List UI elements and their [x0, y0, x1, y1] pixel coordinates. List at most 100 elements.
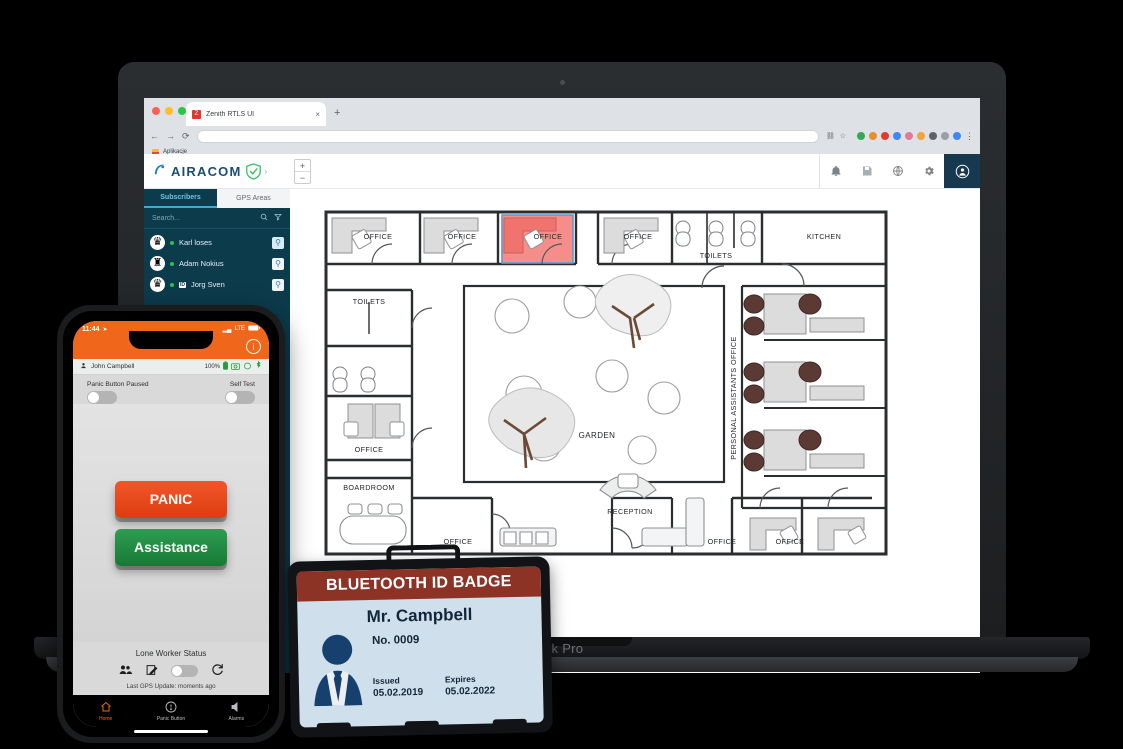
phone-tab-home[interactable]: Home	[73, 701, 138, 722]
browser-nav-bar: ← → ⟳ ⛓ ☆ ⋮	[144, 126, 980, 146]
browser-tab[interactable]: Z Zenith RTLS UI ×	[186, 102, 326, 126]
zoom-in-button[interactable]: +	[295, 160, 310, 171]
phone-time: 11:44	[82, 325, 100, 333]
edit-note-icon[interactable]	[146, 664, 158, 679]
avatar: ♛	[150, 277, 165, 292]
assistance-button[interactable]: Assistance	[115, 528, 227, 566]
address-bar-icons[interactable]: ⛓ ☆	[826, 132, 846, 140]
bluetooth-icon[interactable]	[255, 360, 262, 372]
locate-icon[interactable]: ⚲	[272, 236, 284, 249]
badge-body: No. 0009 Issued 05.02.2019 Expires 05.02…	[298, 623, 544, 711]
close-window-icon[interactable]	[152, 107, 160, 115]
tab-gps-areas[interactable]: GPS Areas	[217, 188, 290, 208]
shield-check-icon	[245, 162, 261, 180]
lone-worker-icons	[73, 663, 269, 679]
locate-icon[interactable]: ⚲	[272, 257, 284, 270]
avatar: ♜	[150, 256, 165, 271]
settings-icon[interactable]	[913, 154, 944, 188]
bookmark-star-icon[interactable]: ☆	[840, 132, 846, 140]
user-avatar-icon[interactable]	[944, 154, 980, 188]
minimize-window-icon[interactable]	[165, 107, 173, 115]
phone-tab-label: Panic Button	[156, 715, 186, 722]
room-label-vertical: PERSONAL ASSISTANTS OFFICE	[729, 336, 738, 459]
list-item[interactable]: ♛ ID Jorg Sven ⚲	[144, 274, 290, 295]
info-icon[interactable]: i	[246, 339, 261, 354]
lone-worker-section: Lone Worker Status	[73, 642, 269, 683]
room-label: KITCHEN	[807, 232, 841, 241]
window-controls[interactable]	[152, 107, 186, 115]
self-test-toggle[interactable]	[225, 391, 255, 404]
room-label: OFFICE	[708, 537, 737, 546]
extension-icon[interactable]	[917, 132, 925, 140]
back-icon[interactable]: ←	[150, 131, 159, 141]
sidebar-search[interactable]: Search...	[144, 208, 290, 229]
group-icon[interactable]	[119, 664, 133, 678]
network-label: LTE	[234, 326, 245, 332]
room-label: TOILETS	[353, 297, 386, 306]
refresh-icon[interactable]	[211, 663, 224, 679]
panic-paused-label: Panic Button Paused	[87, 381, 149, 388]
extension-icon[interactable]	[869, 132, 877, 140]
new-tab-button[interactable]: +	[334, 107, 340, 119]
phone-user-name: John Campbell	[91, 363, 135, 370]
status-dot-icon	[170, 282, 174, 287]
phone-tab-panic[interactable]: Panic Button	[138, 701, 203, 722]
extension-icon[interactable]	[881, 132, 889, 140]
id-badge-tag: ID	[179, 281, 186, 288]
panic-paused-toggle[interactable]	[87, 391, 117, 404]
badge-tab	[316, 722, 351, 735]
extension-icon[interactable]	[857, 132, 865, 140]
extension-icon[interactable]	[905, 132, 913, 140]
phone-tab-label: Home	[98, 715, 113, 722]
room-label: OFFICE	[776, 537, 805, 546]
room-label: OFFICE	[534, 232, 563, 241]
floorplan-svg: OFFICE OFFICE OFFICE OFFICE TOILETS KITC…	[324, 210, 888, 556]
subscriber-name: Karl loses	[179, 238, 212, 247]
maximize-window-icon[interactable]	[178, 107, 186, 115]
link-icon[interactable]: ⛓	[826, 132, 835, 140]
extension-icon[interactable]	[941, 132, 949, 140]
search-icon[interactable]	[260, 213, 268, 223]
lone-worker-toggle[interactable]	[170, 665, 198, 677]
forward-icon[interactable]: →	[166, 131, 175, 141]
save-icon[interactable]	[851, 154, 882, 188]
phone-tab-alarms[interactable]: Alarms	[204, 701, 269, 722]
filter-icon[interactable]	[274, 213, 282, 223]
badge-issued-value: 05.02.2019	[372, 686, 424, 699]
extension-icon[interactable]	[929, 132, 937, 140]
expand-chevron-icon[interactable]: ›	[265, 167, 268, 176]
tab-subscribers[interactable]: Subscribers	[144, 188, 217, 208]
map-zoom-controls[interactable]: + −	[294, 159, 311, 184]
phone-notch	[129, 331, 213, 349]
notifications-icon[interactable]	[820, 154, 851, 188]
phone-toggles: Panic Button Paused Self Test	[73, 375, 269, 404]
extensions-bar[interactable]: ⋮	[853, 131, 974, 142]
toggle-knob	[171, 666, 182, 676]
list-item[interactable]: ♛ Karl loses ⚲	[144, 232, 290, 253]
list-item[interactable]: ♜ Adam Nokius ⚲	[144, 253, 290, 274]
camera-icon[interactable]	[231, 362, 240, 372]
address-bar[interactable]	[196, 129, 819, 143]
badge-number: No. 0009	[371, 634, 420, 648]
reload-icon[interactable]: ⟳	[182, 131, 190, 142]
globe-icon[interactable]	[882, 154, 913, 188]
badge-card: BLUETOOTH ID BADGE Mr. Campbell No. 0009…	[296, 566, 544, 728]
browser-menu-icon[interactable]: ⋮	[965, 131, 974, 142]
brand-logo[interactable]: AIRACOM ›	[144, 162, 290, 180]
zoom-out-button[interactable]: −	[295, 171, 310, 183]
panic-button[interactable]: PANIC	[115, 480, 227, 518]
profile-avatar-icon[interactable]	[953, 132, 961, 140]
person-photo-icon	[314, 634, 363, 707]
search-input[interactable]: Search...	[152, 215, 254, 222]
sync-icon[interactable]	[243, 362, 252, 372]
badge-tab	[492, 718, 527, 731]
browser-tab-bar: Z Zenith RTLS UI × +	[144, 98, 980, 126]
badge-expires-label: Expires	[444, 673, 476, 685]
subscriber-name: Adam Nokius	[179, 259, 224, 268]
locate-icon[interactable]: ⚲	[272, 278, 284, 291]
badge-info: No. 0009 Issued 05.02.2019 Expires 05.02…	[364, 626, 532, 710]
tab-close-icon[interactable]: ×	[315, 110, 320, 119]
tab-favicon: Z	[192, 109, 201, 119]
home-indicator[interactable]	[134, 730, 208, 733]
extension-icon[interactable]	[893, 132, 901, 140]
